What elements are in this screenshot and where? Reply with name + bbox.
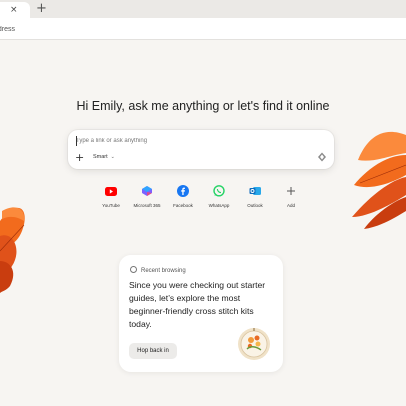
facebook-icon: [177, 185, 189, 197]
tab-active[interactable]: ×: [0, 2, 30, 18]
recent-browsing-title: Recent browsing: [141, 268, 186, 274]
shortcuts-row: YouTube Microsoft 365 Facebook WhatsApp: [96, 185, 306, 215]
search-input[interactable]: [76, 135, 306, 147]
cross-stitch-thumbnail-image: [238, 328, 270, 360]
microsoft-365-icon: [141, 185, 153, 197]
shortcut-label: YouTube: [102, 203, 120, 208]
leaf-left-decoration: [0, 207, 25, 293]
mode-label: Smart: [93, 154, 108, 160]
copilot-icon[interactable]: [317, 152, 327, 162]
shortcut-label: WhatsApp: [208, 203, 230, 208]
whatsapp-icon: [213, 185, 225, 197]
leaf-right-decoration: [352, 131, 406, 229]
shortcut-label: Facebook: [173, 203, 193, 208]
shortcut-youtube[interactable]: YouTube: [96, 185, 126, 215]
greeting-heading: Hi Emily, ask me anything or let's find …: [76, 99, 330, 113]
shortcut-facebook[interactable]: Facebook: [168, 185, 198, 215]
plus-icon: [285, 185, 297, 197]
shortcut-whatsapp[interactable]: WhatsApp: [204, 185, 234, 215]
shortcut-label: Add: [286, 203, 295, 208]
new-tab-page: Hi Emily, ask me anything or let's find …: [0, 41, 406, 406]
mode-selector[interactable]: Smart ⌄: [93, 154, 115, 160]
tab-close-icon[interactable]: ×: [10, 5, 18, 15]
recent-browsing-card[interactable]: Recent browsing Since you were checking …: [119, 255, 283, 372]
youtube-icon: [105, 185, 117, 197]
search-box[interactable]: + Smart⌄: [68, 130, 334, 169]
shortcut-add[interactable]: Add: [276, 185, 306, 215]
shortcut-label: Outlook: [247, 203, 263, 208]
new-tab-button[interactable]: +: [36, 1, 47, 16]
address-bar: [0, 18, 406, 40]
shortcut-microsoft-365[interactable]: Microsoft 365: [132, 185, 162, 215]
shortcut-outlook[interactable]: Outlook: [240, 185, 270, 215]
hop-back-in-button[interactable]: Hop back in: [129, 343, 177, 359]
shortcut-label: Microsoft 365: [133, 203, 161, 208]
tab-bar: × +: [0, 0, 406, 18]
clock-icon: [130, 266, 137, 273]
recent-browsing-header: Recent browsing: [130, 266, 186, 274]
add-attachment-button[interactable]: +: [75, 151, 84, 164]
address-input[interactable]: [0, 22, 294, 36]
chevron-down-icon: ⌄: [110, 154, 115, 160]
outlook-icon: [249, 185, 261, 197]
